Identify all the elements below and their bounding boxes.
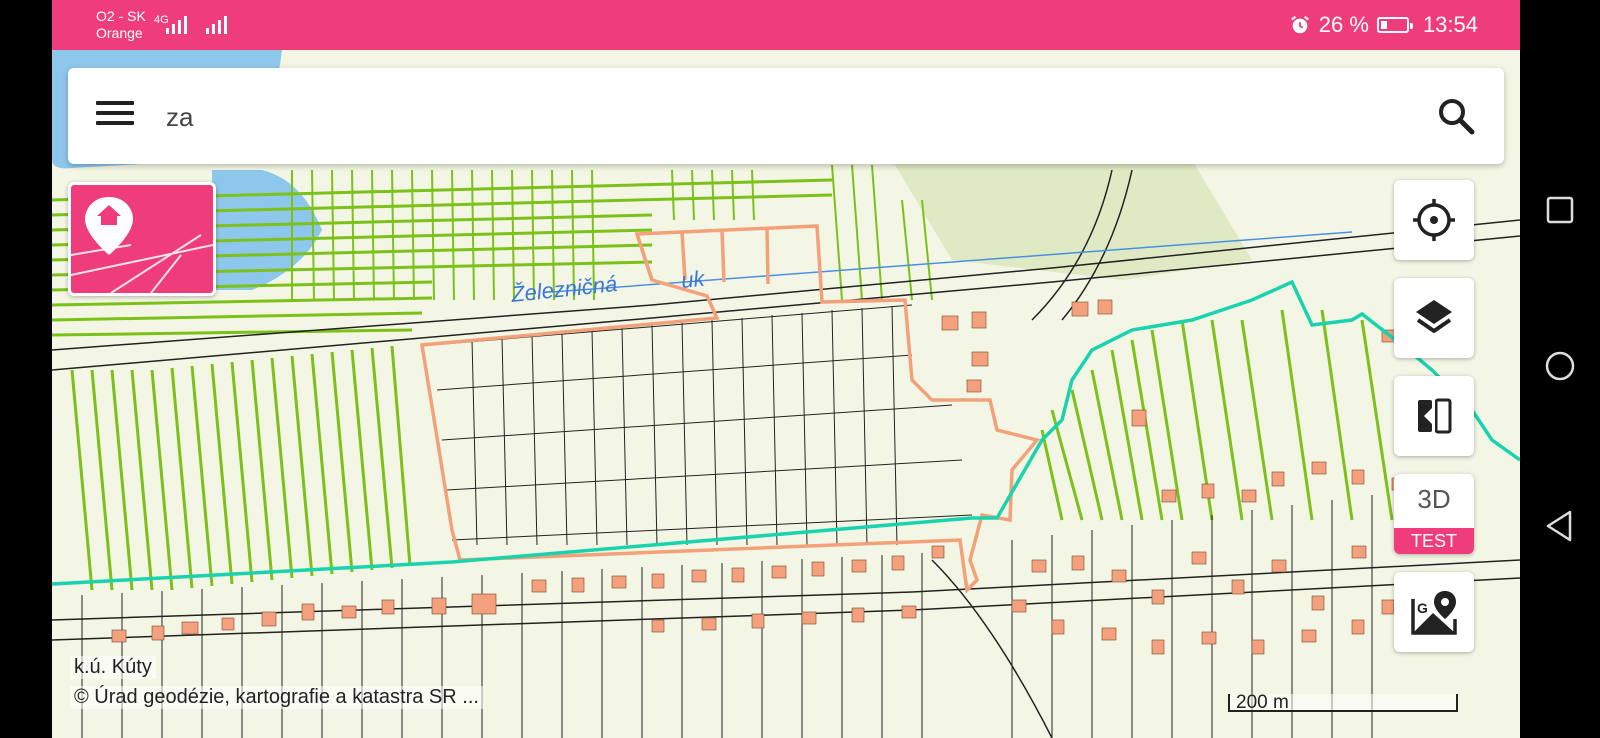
search-bar: [68, 68, 1504, 164]
alarm-icon: [1290, 15, 1309, 34]
crosshair-icon: [1413, 199, 1455, 241]
compare-button[interactable]: [1394, 376, 1474, 456]
three-d-label: 3D: [1417, 484, 1451, 514]
test-badge: TEST: [1394, 528, 1474, 554]
scale-label: 200 m: [1236, 692, 1289, 713]
split-compare-icon: [1418, 396, 1452, 436]
status-right: 26 % 13:54: [1289, 12, 1478, 38]
search-input[interactable]: [164, 94, 1368, 140]
system-nav-bar: [1520, 0, 1600, 738]
street-label-tail: uk: [680, 266, 707, 293]
layers-button[interactable]: [1394, 278, 1474, 358]
status-bar: O2 - SK Orange 4G 26 % 13:54: [52, 0, 1520, 50]
layers-icon: [1416, 300, 1452, 333]
svg-text:G: G: [1417, 600, 1428, 616]
map-attribution[interactable]: © Úrad geodézie, kartografie a katastra …: [70, 686, 483, 709]
three-d-button[interactable]: 3D TEST: [1394, 474, 1474, 554]
cadastral-area-label: k.ú. Kúty: [70, 656, 156, 679]
home-pin-icon: [70, 197, 214, 294]
battery-icon: [1376, 17, 1413, 33]
google-maps-icon: G: [1411, 591, 1457, 635]
cadastre-button[interactable]: [68, 182, 216, 296]
signal-strength-2-icon: [206, 16, 227, 34]
signal-strength-icon: [166, 16, 187, 34]
carrier-name-2: Orange: [96, 25, 143, 41]
clock: 13:54: [1422, 12, 1478, 37]
recents-icon[interactable]: [1540, 190, 1580, 230]
search-icon[interactable]: [1434, 94, 1478, 138]
menu-icon[interactable]: [94, 96, 136, 136]
google-maps-button[interactable]: G: [1394, 572, 1474, 652]
locate-me-button[interactable]: [1394, 180, 1474, 260]
battery-percent: 26 %: [1318, 12, 1369, 37]
carrier-name-1: O2 - SK: [96, 8, 146, 24]
carrier-info: O2 - SK Orange: [96, 8, 146, 42]
home-icon[interactable]: [1540, 346, 1580, 386]
back-icon[interactable]: [1540, 506, 1580, 546]
scale-bar: 200 m: [1228, 692, 1458, 718]
phone-screen: O2 - SK Orange 4G 26 % 13:54 Železničná …: [52, 0, 1520, 738]
